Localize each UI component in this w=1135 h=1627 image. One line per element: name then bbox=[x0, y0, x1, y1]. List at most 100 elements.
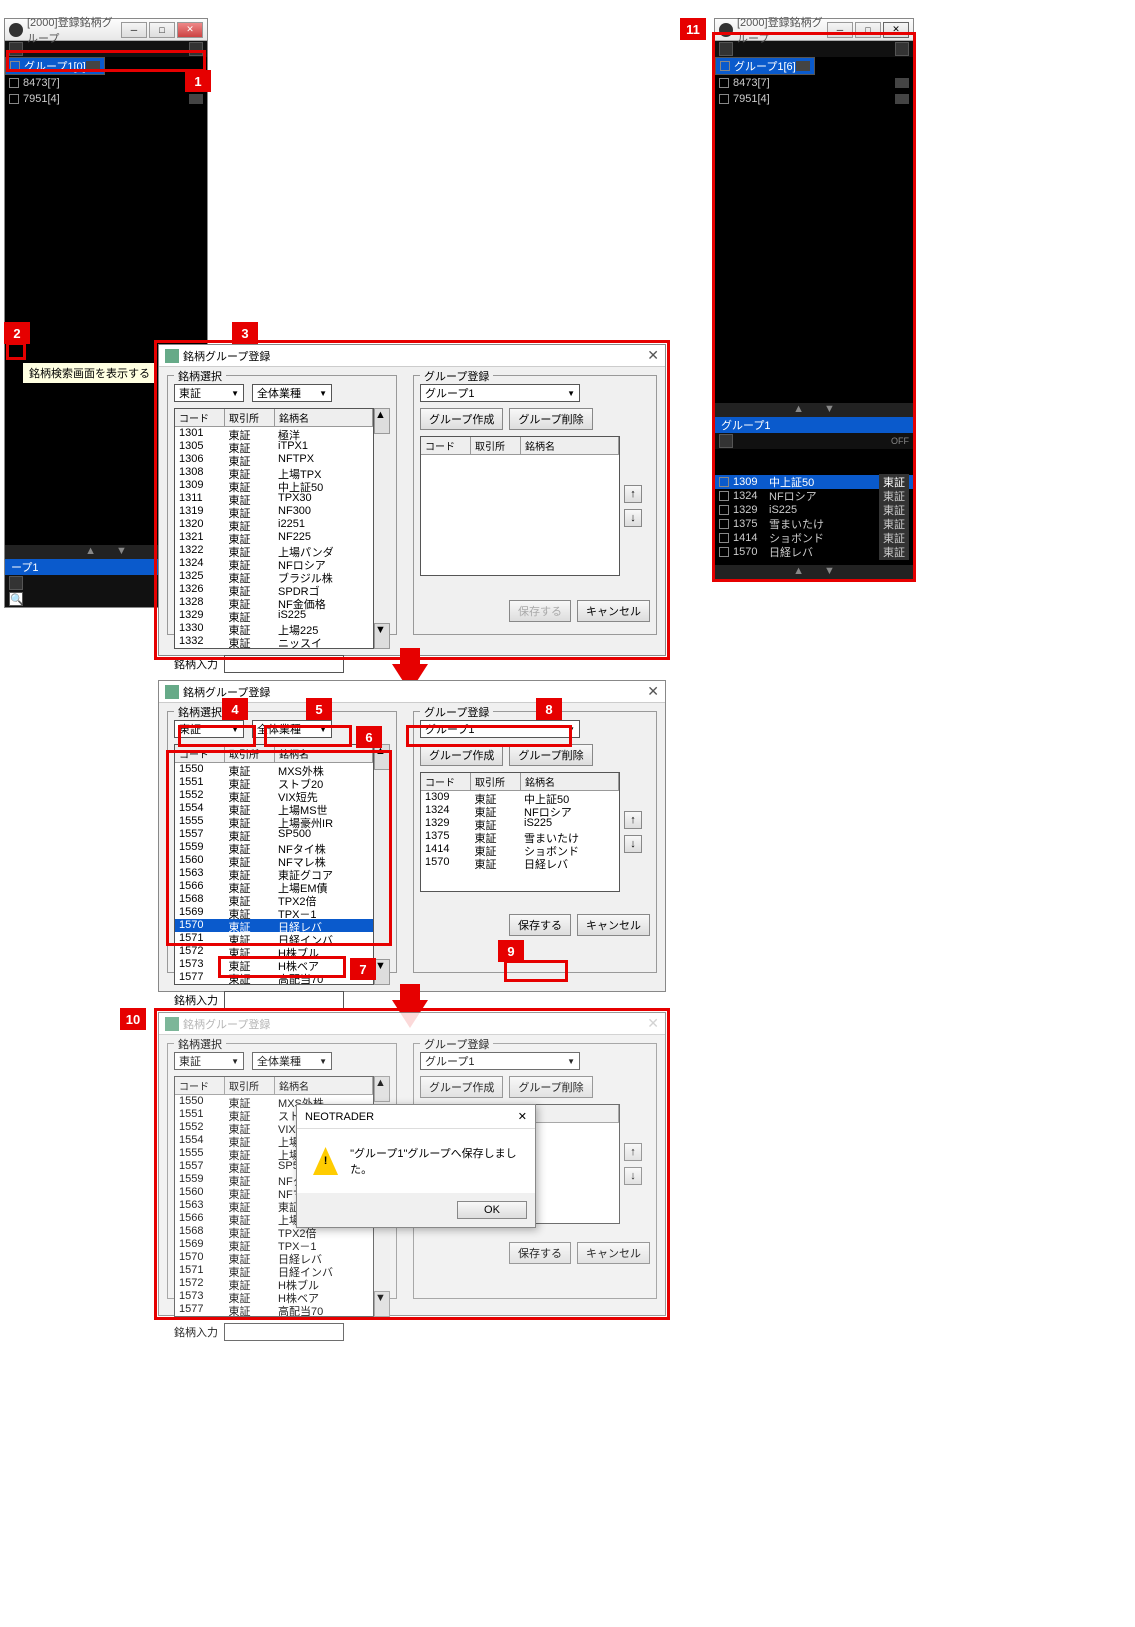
delete-group-button[interactable]: グループ削除 bbox=[509, 408, 592, 430]
table-row[interactable]: 1414東証ショボンド bbox=[421, 843, 619, 856]
marker-2: 2 bbox=[4, 322, 30, 344]
table-row[interactable]: 1572東証H株ブル bbox=[175, 945, 373, 958]
group-row[interactable]: 7951[4] bbox=[5, 91, 207, 107]
create-group-button[interactable]: グループ作成 bbox=[420, 744, 503, 766]
table-row[interactable]: 1321東証NF225 bbox=[175, 531, 373, 544]
close-icon[interactable]: ✕ bbox=[518, 1110, 527, 1123]
table-row[interactable]: 1570東証日経レバ bbox=[421, 856, 619, 869]
create-group-button[interactable]: グループ作成 bbox=[420, 408, 503, 430]
move-down-button[interactable]: ↓ bbox=[624, 835, 642, 853]
result-row[interactable]: 1324NFロシア東証 bbox=[715, 489, 913, 503]
close-icon[interactable]: ✕ bbox=[647, 347, 659, 364]
table-row[interactable]: 1566東証上場EM債 bbox=[175, 880, 373, 893]
minimize-button[interactable]: ─ bbox=[121, 22, 147, 38]
group-row[interactable]: グループ1[0] bbox=[5, 57, 105, 75]
exchange-select[interactable]: 東証▼ bbox=[174, 720, 244, 738]
close-button[interactable]: ✕ bbox=[177, 22, 203, 38]
maximize-button[interactable]: □ bbox=[149, 22, 175, 38]
group-row[interactable]: 8473[7] bbox=[5, 75, 207, 91]
table-row[interactable]: 1571東証日経インバ bbox=[175, 1264, 373, 1277]
group-select[interactable]: グループ1▼ bbox=[420, 384, 580, 402]
group-row[interactable]: 7951[4] bbox=[715, 91, 913, 107]
table-row[interactable]: 1324東証NFロシア bbox=[175, 557, 373, 570]
save-button[interactable]: 保存する bbox=[509, 914, 571, 936]
table-row[interactable]: 1301東証極洋 bbox=[175, 427, 373, 440]
delete-group-button[interactable]: グループ削除 bbox=[509, 744, 592, 766]
table-row[interactable]: 1311東証TPX30 bbox=[175, 492, 373, 505]
table-row[interactable]: 1569東証TPX－1 bbox=[175, 906, 373, 919]
ok-button[interactable]: OK bbox=[457, 1201, 527, 1219]
titlebar[interactable]: [2000]登録銘柄グループ ─ □ ✕ bbox=[5, 19, 207, 41]
table-row[interactable]: 1577東証高配当70 bbox=[175, 1303, 373, 1316]
table-row[interactable]: 1375東証雪まいたけ bbox=[421, 830, 619, 843]
result-row[interactable]: 1309中上証50東証 bbox=[715, 475, 913, 489]
table-row[interactable]: 1326東証SPDRゴ bbox=[175, 583, 373, 596]
table-row[interactable]: 1322東証上場パンダ bbox=[175, 544, 373, 557]
table-row[interactable]: 1550東証MXS外株 bbox=[175, 763, 373, 776]
result-row[interactable]: 1570日経レバ東証 bbox=[715, 545, 913, 559]
table-row[interactable]: 1552東証VIX短先 bbox=[175, 789, 373, 802]
industry-select[interactable]: 全体業種▼ bbox=[252, 720, 332, 738]
exchange-select[interactable]: 東証▼ bbox=[174, 384, 244, 402]
table-row[interactable]: 1573東証H株ベア bbox=[175, 958, 373, 971]
group-row[interactable]: グループ1[6] bbox=[715, 57, 815, 75]
menu-icon[interactable] bbox=[189, 42, 203, 56]
table-row[interactable]: 1570東証日経レバ bbox=[175, 919, 373, 932]
group-row[interactable]: 8473[7] bbox=[715, 75, 913, 91]
move-up-button[interactable]: ↑ bbox=[624, 485, 642, 503]
table-row[interactable]: 1573東証H株ベア bbox=[175, 1290, 373, 1303]
table-row[interactable]: 1570東証日経レバ bbox=[175, 1251, 373, 1264]
save-button[interactable]: 保存する bbox=[509, 600, 571, 622]
table-row[interactable]: 1320東証i2251 bbox=[175, 518, 373, 531]
table-row[interactable]: 1330東証上場225 bbox=[175, 622, 373, 635]
table-row[interactable]: 1551東証ストブ20 bbox=[175, 776, 373, 789]
group-list: グループ1[0] 8473[7] 7951[4] bbox=[5, 57, 207, 107]
scroll-down[interactable]: ▼ bbox=[374, 623, 390, 649]
table-row[interactable]: 1559東証NFタイ株 bbox=[175, 841, 373, 854]
table-row[interactable]: 1308東証上場TPX bbox=[175, 466, 373, 479]
result-row[interactable]: 1414ショボンド東証 bbox=[715, 531, 913, 545]
close-icon[interactable]: ✕ bbox=[647, 1015, 659, 1032]
table-row[interactable]: 1560東証NFマレ株 bbox=[175, 854, 373, 867]
table-row[interactable]: 1577東証高配当70 bbox=[175, 971, 373, 984]
cancel-button[interactable]: キャンセル bbox=[577, 600, 650, 622]
table-row[interactable]: 1332東証ニッスイ bbox=[175, 635, 373, 648]
result-row[interactable]: 1375雪まいたけ東証 bbox=[715, 517, 913, 531]
table-row[interactable]: 1557東証SP500 bbox=[175, 828, 373, 841]
stock-input[interactable] bbox=[224, 655, 344, 673]
table-row[interactable]: 1305東証iTPX1 bbox=[175, 440, 373, 453]
table-row[interactable]: 1324東証NFロシア bbox=[421, 804, 619, 817]
result-row[interactable]: 1329iS225東証 bbox=[715, 503, 913, 517]
tool-icon[interactable] bbox=[9, 42, 23, 56]
dialog-titlebar[interactable]: 銘柄グループ登録✕ bbox=[159, 345, 665, 367]
close-icon[interactable]: ✕ bbox=[647, 683, 659, 700]
delete-icon[interactable] bbox=[9, 576, 23, 590]
search-icon[interactable]: 🔍 bbox=[9, 592, 23, 606]
move-down-button[interactable]: ↓ bbox=[624, 509, 642, 527]
table-row[interactable]: 1328東証NF金価格 bbox=[175, 596, 373, 609]
message-titlebar[interactable]: NEOTRADER✕ bbox=[297, 1105, 535, 1129]
scroll-up[interactable]: ▲ bbox=[374, 408, 390, 434]
table-row[interactable]: 1569東証TPX－1 bbox=[175, 1238, 373, 1251]
group-select[interactable]: グループ1▼ bbox=[420, 720, 580, 738]
table-row[interactable]: 1309東証中上証50 bbox=[421, 791, 619, 804]
move-up-button[interactable]: ↑ bbox=[624, 811, 642, 829]
table-row[interactable]: 1563東証東証グコア bbox=[175, 867, 373, 880]
table-row[interactable]: 1319東証NF300 bbox=[175, 505, 373, 518]
marker-1: 1 bbox=[185, 70, 211, 92]
table-row[interactable]: 1329東証iS225 bbox=[421, 817, 619, 830]
table-row[interactable]: 1571東証日経インバ bbox=[175, 932, 373, 945]
table-row[interactable]: 1325東証ブラジル株 bbox=[175, 570, 373, 583]
table-row[interactable]: 1555東証上場豪州IR bbox=[175, 815, 373, 828]
table-row[interactable]: 1329東証iS225 bbox=[175, 609, 373, 622]
stock-input[interactable] bbox=[224, 991, 344, 1009]
table-row[interactable]: 1572東証H株ブル bbox=[175, 1277, 373, 1290]
table-row[interactable]: 1568東証TPX2倍 bbox=[175, 893, 373, 906]
warning-icon: ! bbox=[313, 1147, 338, 1175]
industry-select[interactable]: 全体業種▼ bbox=[252, 384, 332, 402]
table-row[interactable]: 1554東証上場MS世 bbox=[175, 802, 373, 815]
row-icon[interactable] bbox=[86, 61, 100, 71]
table-row[interactable]: 1306東証NFTPX bbox=[175, 453, 373, 466]
cancel-button[interactable]: キャンセル bbox=[577, 914, 650, 936]
table-row[interactable]: 1309東証中上証50 bbox=[175, 479, 373, 492]
